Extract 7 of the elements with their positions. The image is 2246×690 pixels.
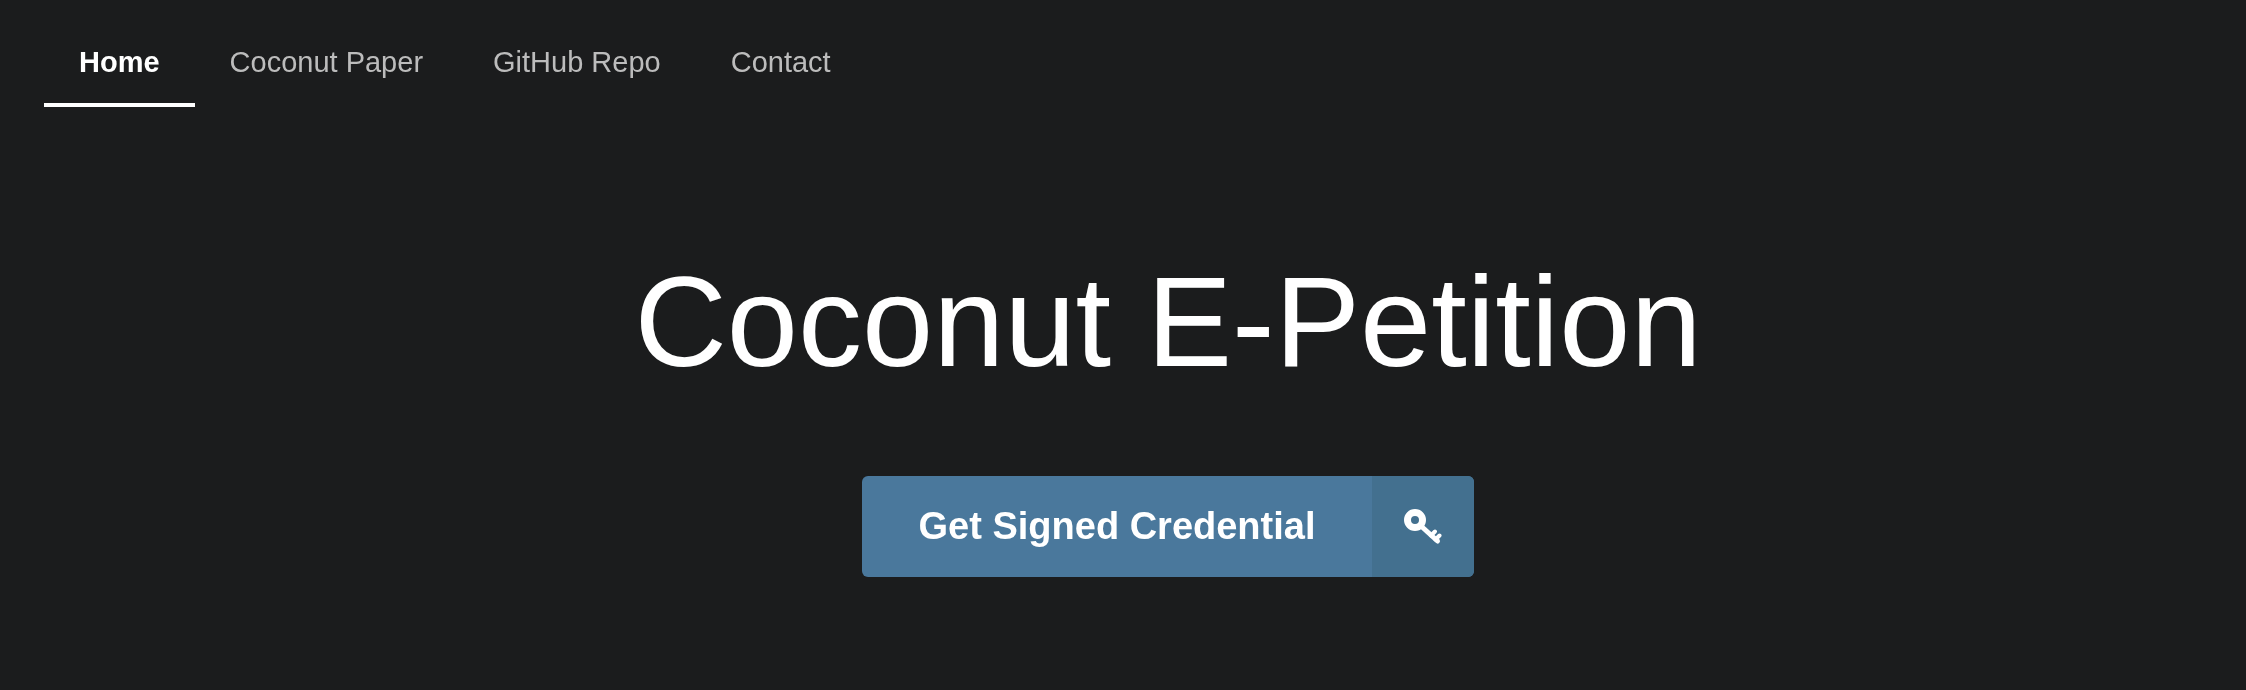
nav-tab[interactable]: Contact (695, 21, 866, 107)
nav-tab[interactable]: Home (44, 21, 195, 107)
key-icon (1404, 508, 1443, 545)
nav-tab[interactable]: Coconut Paper (194, 21, 459, 107)
get-credential-button[interactable]: Get Signed Credential (861, 476, 1475, 577)
nav-tab[interactable]: GitHub Repo (458, 21, 696, 107)
page-title: Coconut E-Petition (634, 258, 1702, 386)
